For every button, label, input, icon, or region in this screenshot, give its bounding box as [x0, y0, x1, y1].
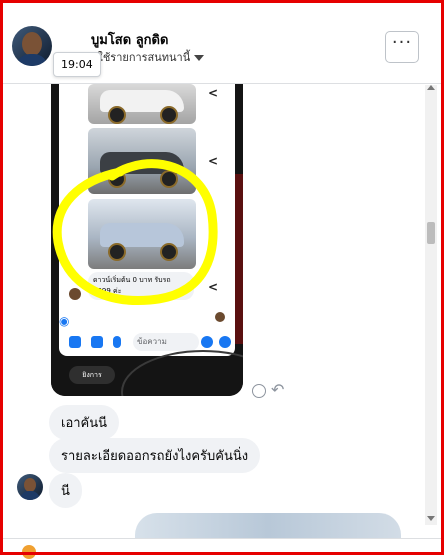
- car-photo-1: [88, 84, 196, 124]
- scroll-down-arrow-icon[interactable]: [427, 516, 435, 521]
- user-avatar: [22, 545, 36, 559]
- conversation-subtitle-text: ผู้ใช้รายการสนทนานี้: [91, 51, 191, 64]
- emoji-icon: [201, 336, 213, 348]
- menu-icon: [219, 336, 231, 348]
- avatar-shirt: [20, 491, 40, 500]
- share-icon: <: [208, 280, 219, 294]
- react-icon[interactable]: [252, 384, 266, 398]
- sender-avatar-small: [69, 288, 81, 300]
- microphone-icon: [113, 336, 121, 348]
- camera-icon: ◉: [59, 314, 70, 328]
- message-bubble[interactable]: เอาคันนี: [49, 405, 120, 440]
- shared-screenshot-image[interactable]: < < < ดาวน์เริ่มต้น 0 บาท รับรถ 1999 ค่ะ…: [51, 84, 243, 396]
- share-icon: <: [208, 154, 219, 168]
- car-wheel: [108, 106, 126, 124]
- composer-placeholder: ข้อความ: [133, 333, 199, 351]
- contact-avatar-small[interactable]: [17, 474, 43, 500]
- conversation-subtitle[interactable]: ผู้ใช้รายการสนทนานี้: [91, 48, 205, 66]
- avatar-face: [22, 32, 42, 56]
- message-bubble[interactable]: นี: [49, 473, 82, 508]
- car-wheel: [108, 170, 126, 188]
- car-wheel: [160, 106, 178, 124]
- image-icon: [91, 336, 103, 348]
- car-wheel: [108, 243, 126, 261]
- car-wheel: [160, 170, 178, 188]
- message-bubble[interactable]: รายละเอียดออกรถยังไงครับคันนิ่ง: [49, 438, 261, 473]
- reply-icon[interactable]: ↶: [271, 380, 284, 399]
- composer-bar: [3, 538, 441, 553]
- car-photo-2: [88, 128, 196, 194]
- camera-icon: [69, 336, 81, 348]
- car-wheel: [160, 243, 178, 261]
- more-options-button[interactable]: ···: [385, 31, 419, 63]
- avatar-face: [24, 478, 36, 492]
- top-strip: [3, 3, 441, 11]
- contact-name[interactable]: บูมโสด ลูกดิด: [91, 29, 168, 50]
- screenshot-side-strip: [235, 174, 243, 344]
- chevron-down-icon: [194, 55, 205, 61]
- scrollbar-track[interactable]: [425, 85, 437, 525]
- scrollbar-thumb[interactable]: [427, 222, 435, 244]
- car-photo-3: [88, 199, 196, 269]
- avatar-shirt: [16, 54, 48, 66]
- screenshot-pill: ยิงการ: [69, 366, 115, 384]
- scroll-up-arrow-icon[interactable]: [427, 85, 435, 90]
- seen-avatar: [215, 312, 225, 322]
- screenshot-caption: ดาวน์เริ่มต้น 0 บาท รับรถ 1999 ค่ะ: [88, 272, 194, 300]
- share-icon: <: [208, 86, 219, 100]
- contact-avatar[interactable]: [12, 26, 52, 66]
- conversation-header: บูมโสด ลูกดิด ผู้ใช้รายการสนทนานี้ 19:04…: [3, 11, 441, 84]
- time-tooltip: 19:04: [53, 52, 101, 77]
